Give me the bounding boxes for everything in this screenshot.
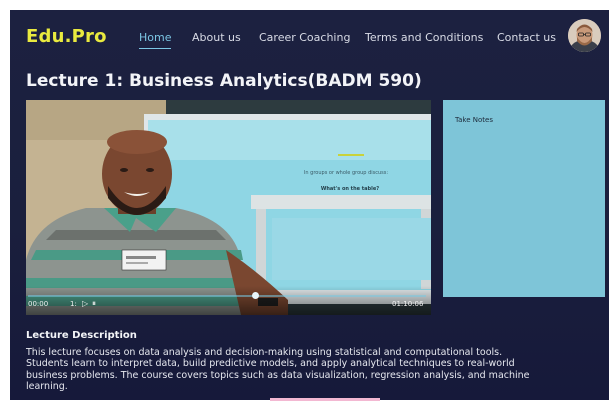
slide-text-line-1: In groups or whole group discuss:: [304, 170, 388, 176]
video-progress-thumb[interactable]: [252, 292, 259, 299]
take-notes-label: Take Notes: [455, 116, 493, 124]
pause-icon[interactable]: ⏸: [92, 299, 96, 308]
video-duration: 01:10:06: [392, 300, 424, 308]
nav-terms-and-conditions[interactable]: Terms and Conditions: [365, 31, 483, 44]
top-navbar: Edu.Pro Home About us Career Coaching Te…: [10, 10, 609, 64]
lecture-description-heading: Lecture Description: [26, 330, 137, 341]
video-controls: 00:00 1: ▷ ⏸ 01:10:06: [26, 286, 431, 315]
nav-career-coaching[interactable]: Career Coaching: [259, 31, 350, 44]
slide-text-line-2: What's on the table?: [321, 186, 379, 192]
video-progress-bar[interactable]: [28, 292, 426, 299]
nav-about-us[interactable]: About us: [192, 31, 241, 44]
video-frame: In groups or whole group discuss: What's…: [26, 100, 431, 315]
page-title: Lecture 1: Business Analytics(BADM 590): [26, 71, 422, 91]
play-icon[interactable]: ▷: [82, 299, 88, 308]
app-frame: Edu.Pro Home About us Career Coaching Te…: [10, 10, 609, 400]
lecture-description-text: This lecture focuses on data analysis an…: [26, 347, 530, 392]
nav-home[interactable]: Home: [139, 31, 172, 49]
video-elapsed-time: 00:00: [28, 300, 49, 308]
nav-contact-us[interactable]: Contact us: [497, 31, 556, 44]
take-notes-panel[interactable]: Take Notes: [443, 100, 605, 297]
brand-logo[interactable]: Edu.Pro: [26, 26, 107, 47]
avatar-image: [568, 19, 601, 52]
playback-speed-button[interactable]: 1:: [70, 300, 77, 308]
video-player[interactable]: In groups or whole group discuss: What's…: [26, 100, 431, 315]
user-avatar[interactable]: [568, 19, 601, 52]
